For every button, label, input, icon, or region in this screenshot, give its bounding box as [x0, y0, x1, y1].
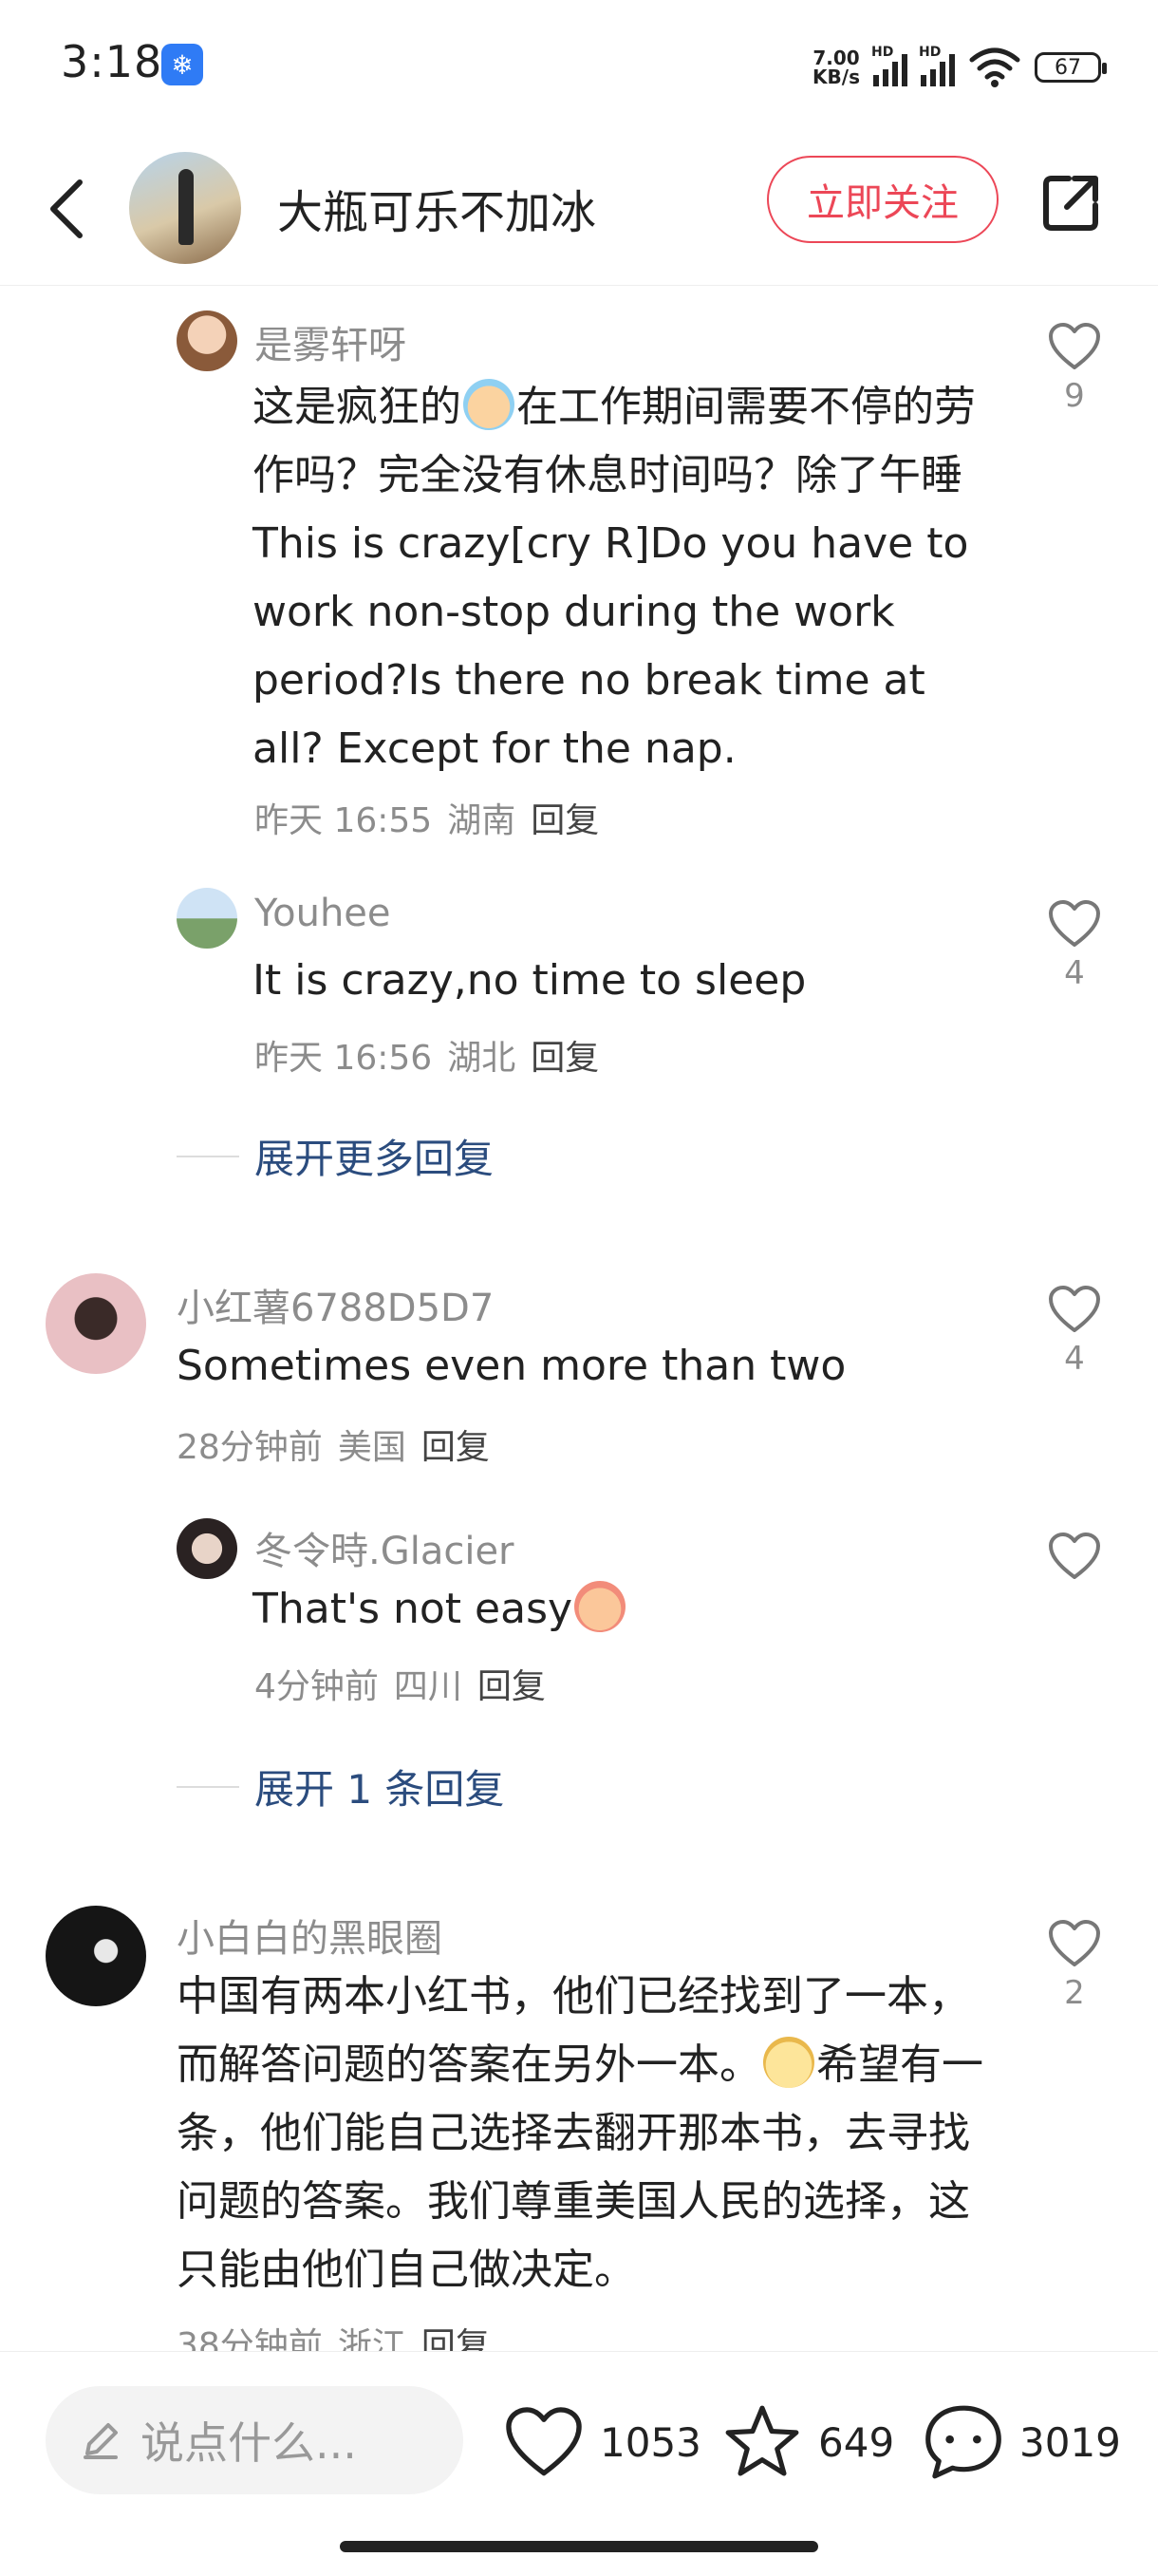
- comment-text[interactable]: It is crazy,no time to sleep: [252, 947, 993, 1015]
- wifi-icon: [969, 47, 1020, 87]
- commenter-avatar[interactable]: [177, 888, 237, 949]
- commenter-avatar[interactable]: [177, 1518, 237, 1579]
- like-count: 2: [1064, 1974, 1085, 2012]
- pencil-icon: [84, 2423, 118, 2459]
- app-notification-icon: ❄: [161, 44, 203, 85]
- comment-location: 湖南: [447, 801, 516, 840]
- commenter-name[interactable]: 是雾轩呀: [254, 314, 406, 369]
- heart-icon: [1049, 1920, 1100, 1966]
- share-button[interactable]: [1035, 167, 1107, 239]
- reply-button[interactable]: 回复: [421, 1428, 490, 1467]
- like-button[interactable]: [1037, 1532, 1112, 1587]
- expand-more-replies[interactable]: 展开更多回复: [177, 1127, 494, 1185]
- smile-emoji-icon: [763, 2037, 814, 2088]
- comment-time: 4分钟前: [254, 1667, 379, 1706]
- comment-text[interactable]: That's not easy: [252, 1575, 993, 1644]
- author-name[interactable]: 大瓶可乐不加冰: [277, 175, 596, 241]
- commenter-name[interactable]: 小红薯6788D5D7: [177, 1277, 494, 1332]
- status-bar: 3:18 ❄ 7.00 KB/s HD HD 67: [0, 0, 1158, 133]
- reply-button[interactable]: 回复: [421, 2326, 490, 2351]
- follow-button[interactable]: 立即关注: [767, 156, 999, 243]
- star-icon: [725, 2405, 799, 2476]
- comment-time: 昨天 16:56: [254, 1039, 433, 1078]
- comment-text[interactable]: 这是疯狂的 在工作期间需要不停的劳作吗？完全没有休息时间吗？除了午睡This is…: [252, 373, 993, 783]
- comment-meta: 28分钟前 美国 回复: [177, 1420, 505, 1469]
- commenter-name[interactable]: 小白白的黑眼圈: [177, 1908, 442, 1963]
- post-like-count: 1053: [600, 2418, 701, 2466]
- heart-icon: [1049, 900, 1100, 947]
- like-button[interactable]: 4: [1037, 1285, 1112, 1378]
- heart-icon: [1049, 1532, 1100, 1579]
- commenter-avatar[interactable]: [177, 310, 237, 371]
- comment-location: 湖北: [447, 1039, 516, 1078]
- post-header: 大瓶可乐不加冰 立即关注: [0, 133, 1158, 286]
- back-button[interactable]: [38, 171, 95, 247]
- comment-location: 四川: [393, 1667, 462, 1706]
- divider: [177, 1155, 239, 1157]
- status-time: 3:18: [61, 36, 163, 87]
- like-button[interactable]: 2: [1037, 1919, 1112, 2012]
- crying-emoji-icon: [463, 379, 514, 430]
- comment-location: 美国: [337, 1428, 406, 1467]
- share-icon: [1043, 176, 1098, 231]
- commenter-avatar[interactable]: [46, 1273, 146, 1374]
- comment-meta: 4分钟前 四川 回复: [254, 1659, 561, 1708]
- like-count: 4: [1064, 954, 1085, 992]
- favorite-button[interactable]: 649: [721, 2390, 894, 2494]
- comment-meta: 38分钟前 浙江 回复: [177, 2318, 505, 2351]
- author-avatar[interactable]: [129, 152, 241, 264]
- network-speed: 7.00 KB/s: [812, 47, 860, 88]
- divider: [177, 1785, 239, 1788]
- like-count: 4: [1064, 1340, 1085, 1378]
- expand-one-reply[interactable]: 展开 1 条回复: [177, 1758, 504, 1815]
- comment-meta: 昨天 16:55 湖南 回复: [254, 793, 614, 842]
- comment-meta: 昨天 16:56 湖北 回复: [254, 1030, 614, 1080]
- heart-icon: [1049, 323, 1100, 369]
- reply-button[interactable]: 回复: [531, 801, 599, 840]
- signal-icon: HD: [871, 45, 907, 86]
- battery-indicator: 67: [1035, 52, 1107, 83]
- chevron-left-icon: [50, 179, 83, 238]
- comment-count: 3019: [1019, 2418, 1121, 2466]
- comment-time: 昨天 16:55: [254, 801, 433, 840]
- comment-input[interactable]: 说点什么...: [46, 2386, 463, 2494]
- heart-icon: [1049, 1286, 1100, 1332]
- favorite-count: 649: [818, 2418, 895, 2466]
- status-indicators: 7.00 KB/s HD HD 67: [812, 44, 1107, 91]
- reply-button[interactable]: 回复: [531, 1039, 599, 1078]
- commenter-name[interactable]: Youhee: [254, 892, 391, 935]
- input-placeholder: 说点什么...: [140, 2417, 357, 2469]
- crying-emoji-icon: [574, 1581, 626, 1632]
- reply-button[interactable]: 回复: [477, 1667, 546, 1706]
- comment-location: 浙江: [337, 2326, 406, 2351]
- comment-text[interactable]: 中国有两本小红书，他们已经找到了一本，而解答问题的答案在另外一本。 希望有一条，他…: [177, 1963, 983, 2304]
- comment-time: 38分钟前: [177, 2326, 323, 2351]
- comment-bubble-icon: [925, 2405, 1001, 2479]
- like-post-button[interactable]: 1053: [503, 2390, 701, 2494]
- heart-icon: [506, 2407, 582, 2476]
- commenter-avatar[interactable]: [46, 1906, 146, 2006]
- comment-text[interactable]: Sometimes even more than two: [177, 1332, 993, 1401]
- comment-time: 28分钟前: [177, 1428, 323, 1467]
- home-indicator[interactable]: [340, 2541, 818, 2552]
- like-count: 9: [1064, 377, 1085, 415]
- like-button[interactable]: 9: [1037, 322, 1112, 415]
- signal-icon: HD: [919, 45, 955, 86]
- like-button[interactable]: 4: [1037, 899, 1112, 992]
- commenter-name[interactable]: 冬令時.Glacier: [254, 1520, 514, 1575]
- comment-list: 是雾轩呀 这是疯狂的 在工作期间需要不停的劳作吗？完全没有休息时间吗？除了午睡Th…: [0, 286, 1158, 2351]
- comment-button[interactable]: 3019: [923, 2390, 1121, 2494]
